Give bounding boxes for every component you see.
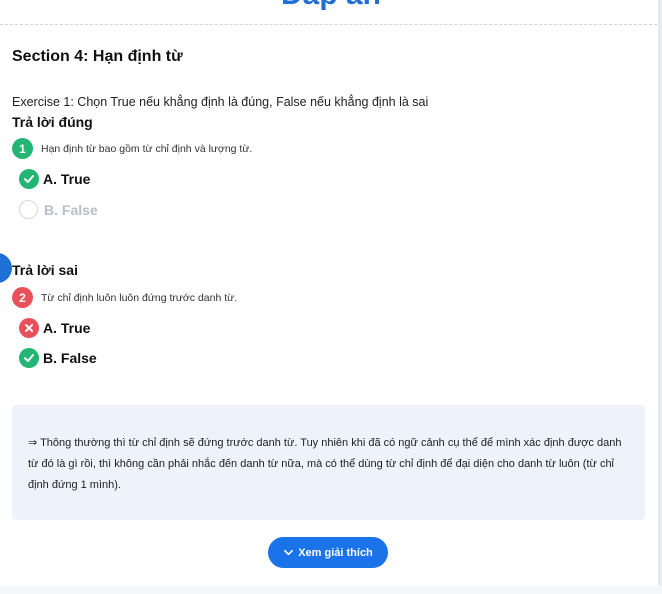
divider bbox=[0, 24, 662, 25]
exercise-instruction: Exercise 1: Chọn True nếu khẳng định là … bbox=[12, 95, 429, 109]
page-title: Đáp án bbox=[0, 0, 662, 12]
scrollbar-track[interactable] bbox=[658, 0, 662, 594]
correct-answers-heading: Trả lời đúng bbox=[12, 114, 93, 130]
button-label: Xem giải thích bbox=[298, 546, 373, 559]
option-label: A. True bbox=[43, 171, 91, 187]
q1-option-b[interactable]: B. False bbox=[19, 200, 98, 219]
question-2: 2 Từ chỉ định luôn luôn đứng trước danh … bbox=[12, 287, 237, 308]
question-text: Từ chỉ định luôn luôn đứng trước danh từ… bbox=[41, 291, 238, 304]
option-label: A. True bbox=[43, 320, 91, 336]
wrong-answers-heading: Trả lời sai bbox=[12, 262, 78, 278]
check-icon bbox=[19, 169, 39, 189]
explanation-text: ⇒ Thông thường thì từ chỉ định sẽ đứng t… bbox=[28, 437, 622, 491]
q1-option-a[interactable]: A. True bbox=[19, 169, 90, 189]
question-1: 1 Hạn định từ bao gồm từ chỉ định và lượ… bbox=[12, 138, 252, 159]
footer-band bbox=[0, 586, 662, 594]
question-number-badge: 1 bbox=[12, 138, 33, 159]
option-label: B. False bbox=[43, 350, 97, 366]
view-explanation-button[interactable]: Xem giải thích bbox=[268, 537, 388, 568]
q2-option-b[interactable]: B. False bbox=[19, 348, 97, 368]
check-icon bbox=[19, 348, 39, 368]
side-indicator bbox=[0, 253, 12, 283]
empty-circle-icon bbox=[19, 200, 38, 219]
question-number-badge: 2 bbox=[12, 287, 33, 308]
section-title: Section 4: Hạn định từ bbox=[12, 48, 183, 65]
question-text: Hạn định từ bao gồm từ chỉ định và lượng… bbox=[41, 142, 253, 155]
chevron-down-icon bbox=[283, 547, 294, 558]
explanation-panel: ⇒ Thông thường thì từ chỉ định sẽ đứng t… bbox=[12, 405, 645, 520]
cross-icon bbox=[19, 318, 39, 338]
option-label: B. False bbox=[44, 201, 98, 218]
q2-option-a[interactable]: A. True bbox=[19, 318, 90, 338]
